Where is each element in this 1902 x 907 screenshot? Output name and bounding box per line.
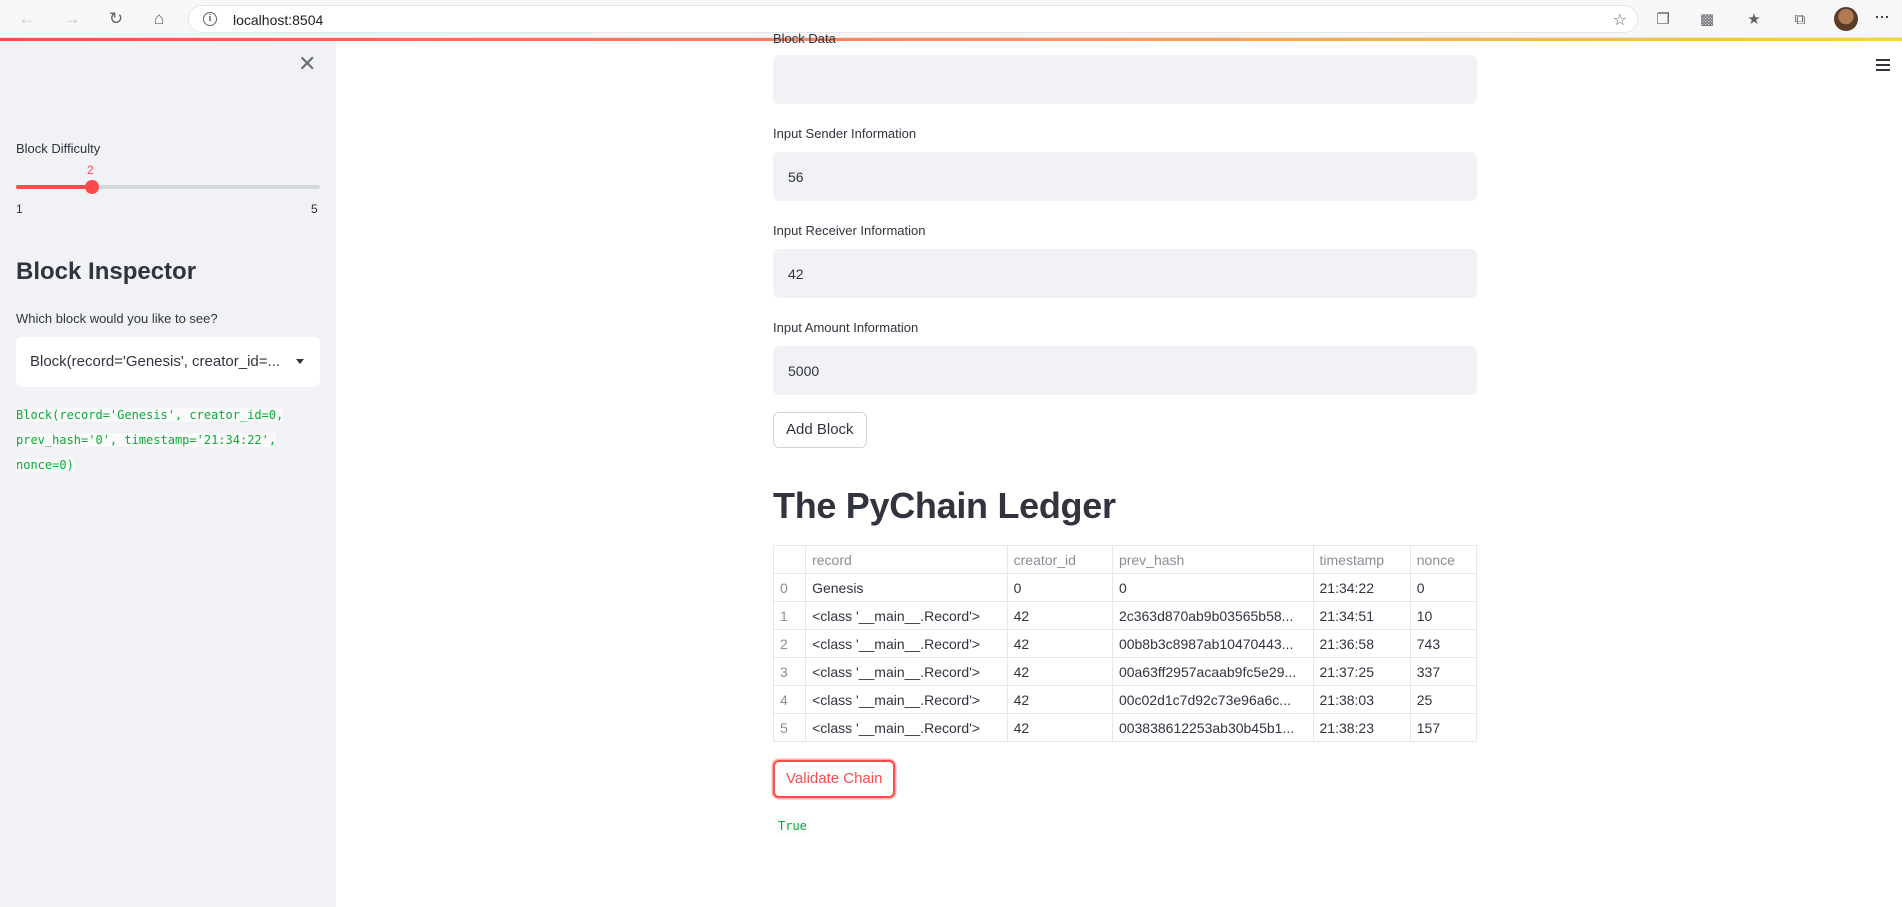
cell-timestamp: 21:37:25 (1312, 657, 1411, 686)
block-output-line: prev_hash='0', timestamp='21:34:22', (16, 433, 277, 447)
browser-toolbar: ← → ↻ ⌂ i localhost:8504 ☆ ❐ ▩ ★ ⧉ ··· (0, 0, 1902, 38)
row-index: 1 (772, 601, 807, 630)
cell-nonce: 157 (1409, 713, 1478, 742)
cell-record: <class '__main__.Record'> (805, 601, 1008, 630)
forward-icon[interactable]: → (60, 7, 84, 31)
cell-nonce: 25 (1409, 685, 1478, 714)
cell-prev-hash: 0 (1111, 573, 1314, 602)
sender-input[interactable] (773, 152, 1477, 201)
cell-creator-id: 42 (1006, 629, 1113, 658)
block-select[interactable]: Block(record='Genesis', creator_id=... (16, 337, 320, 387)
cell-nonce: 337 (1409, 657, 1478, 686)
cell-nonce: 743 (1409, 629, 1478, 658)
validation-result: True (776, 819, 809, 833)
difficulty-slider[interactable] (16, 180, 320, 194)
column-header[interactable]: record (805, 545, 1008, 574)
cell-creator-id: 42 (1006, 713, 1113, 742)
block-inspector-heading: Block Inspector (16, 258, 197, 285)
slider-min-label: 1 (16, 202, 23, 216)
validate-chain-button[interactable]: Validate Chain (773, 760, 896, 798)
row-index: 4 (772, 685, 807, 714)
slider-max-label: 5 (311, 202, 318, 216)
cell-prev-hash: 2c363d870ab9b03565b58... (1111, 601, 1314, 630)
table-row: 2 <class '__main__.Record'> 42 00b8b3c89… (772, 629, 1478, 658)
block-output-line: Block(record='Genesis', creator_id=0, (16, 408, 284, 422)
cell-nonce: 0 (1409, 573, 1478, 602)
block-data-input[interactable] (773, 55, 1477, 104)
profile-avatar[interactable] (1834, 7, 1858, 31)
collections-icon[interactable]: ❐ (1653, 9, 1673, 29)
main-content: Block Data Input Sender Information Inpu… (336, 31, 1902, 907)
receiver-input[interactable] (773, 249, 1477, 298)
hamburger-menu-icon[interactable] (1876, 59, 1890, 74)
column-header[interactable] (772, 545, 807, 574)
cell-prev-hash: 00b8b3c8987ab10470443... (1111, 629, 1314, 658)
table-row: 3 <class '__main__.Record'> 42 00a63ff29… (772, 657, 1478, 686)
home-icon[interactable]: ⌂ (147, 7, 171, 31)
cell-creator-id: 42 (1006, 657, 1113, 686)
cell-record: <class '__main__.Record'> (805, 629, 1008, 658)
block-select-label: Which block would you like to see? (16, 311, 218, 326)
column-header[interactable]: creator_id (1006, 545, 1113, 574)
slider-value: 2 (87, 163, 94, 177)
page-title: The PyChain Ledger (773, 485, 1116, 526)
receiver-label: Input Receiver Information (773, 223, 926, 238)
column-header[interactable]: timestamp (1312, 545, 1411, 574)
row-index: 3 (772, 657, 807, 686)
cell-nonce: 10 (1409, 601, 1478, 630)
slider-label: Block Difficulty (16, 141, 101, 156)
favorites-icon[interactable]: ★ (1744, 9, 1764, 29)
favorite-star-icon[interactable]: ☆ (1613, 10, 1627, 30)
ledger-table: record creator_id prev_hash timestamp no… (772, 545, 1478, 742)
table-row: 4 <class '__main__.Record'> 42 00c02d1c7… (772, 685, 1478, 714)
address-bar[interactable]: i localhost:8504 ☆ (188, 5, 1638, 33)
block-data-label: Block Data (773, 31, 836, 46)
row-index: 2 (772, 629, 807, 658)
cell-record: <class '__main__.Record'> (805, 657, 1008, 686)
cell-creator-id: 42 (1006, 685, 1113, 714)
column-header[interactable]: nonce (1409, 545, 1478, 574)
slider-fill (16, 185, 92, 189)
more-menu-icon[interactable]: ··· (1874, 6, 1890, 27)
url-text[interactable]: localhost:8504 (233, 12, 323, 28)
site-info-icon[interactable]: i (203, 12, 217, 26)
add-block-button[interactable]: Add Block (773, 412, 867, 448)
row-index: 5 (772, 713, 807, 742)
block-select-value: Block(record='Genesis', creator_id=... (30, 353, 281, 370)
cell-record: Genesis (805, 573, 1008, 602)
cell-timestamp: 21:36:58 (1312, 629, 1411, 658)
table-row: 1 <class '__main__.Record'> 42 2c363d870… (772, 601, 1478, 630)
extensions-icon[interactable]: ▩ (1697, 9, 1717, 29)
row-index: 0 (772, 573, 807, 602)
amount-input[interactable] (773, 346, 1477, 395)
table-row: 5 <class '__main__.Record'> 42 003838612… (772, 713, 1478, 742)
table-row: 0 Genesis 0 0 21:34:22 0 (772, 573, 1478, 602)
amount-label: Input Amount Information (773, 320, 919, 335)
cell-timestamp: 21:38:23 (1312, 713, 1411, 742)
cell-timestamp: 21:34:22 (1312, 573, 1411, 602)
slider-thumb[interactable] (85, 180, 99, 194)
cell-prev-hash: 003838612253ab30b45b1... (1111, 713, 1314, 742)
tabs-icon[interactable]: ⧉ (1790, 9, 1810, 29)
table-header-row: record creator_id prev_hash timestamp no… (772, 545, 1478, 574)
column-header[interactable]: prev_hash (1111, 545, 1314, 574)
cell-creator-id: 0 (1006, 573, 1113, 602)
cell-timestamp: 21:34:51 (1312, 601, 1411, 630)
cell-prev-hash: 00a63ff2957acaab9fc5e29... (1111, 657, 1314, 686)
sidebar: ✕ Block Difficulty 2 1 5 Block Inspector… (0, 41, 336, 907)
close-sidebar-icon[interactable]: ✕ (298, 53, 316, 75)
cell-record: <class '__main__.Record'> (805, 713, 1008, 742)
sender-label: Input Sender Information (773, 126, 917, 141)
block-output-line: nonce=0) (16, 458, 74, 472)
chevron-down-icon (296, 359, 304, 364)
reload-icon[interactable]: ↻ (104, 7, 128, 31)
cell-record: <class '__main__.Record'> (805, 685, 1008, 714)
cell-timestamp: 21:38:03 (1312, 685, 1411, 714)
block-output: Block(record='Genesis', creator_id=0, pr… (16, 403, 316, 478)
cell-prev-hash: 00c02d1c7d92c73e96a6c... (1111, 685, 1314, 714)
cell-creator-id: 42 (1006, 601, 1113, 630)
back-icon[interactable]: ← (15, 7, 39, 31)
